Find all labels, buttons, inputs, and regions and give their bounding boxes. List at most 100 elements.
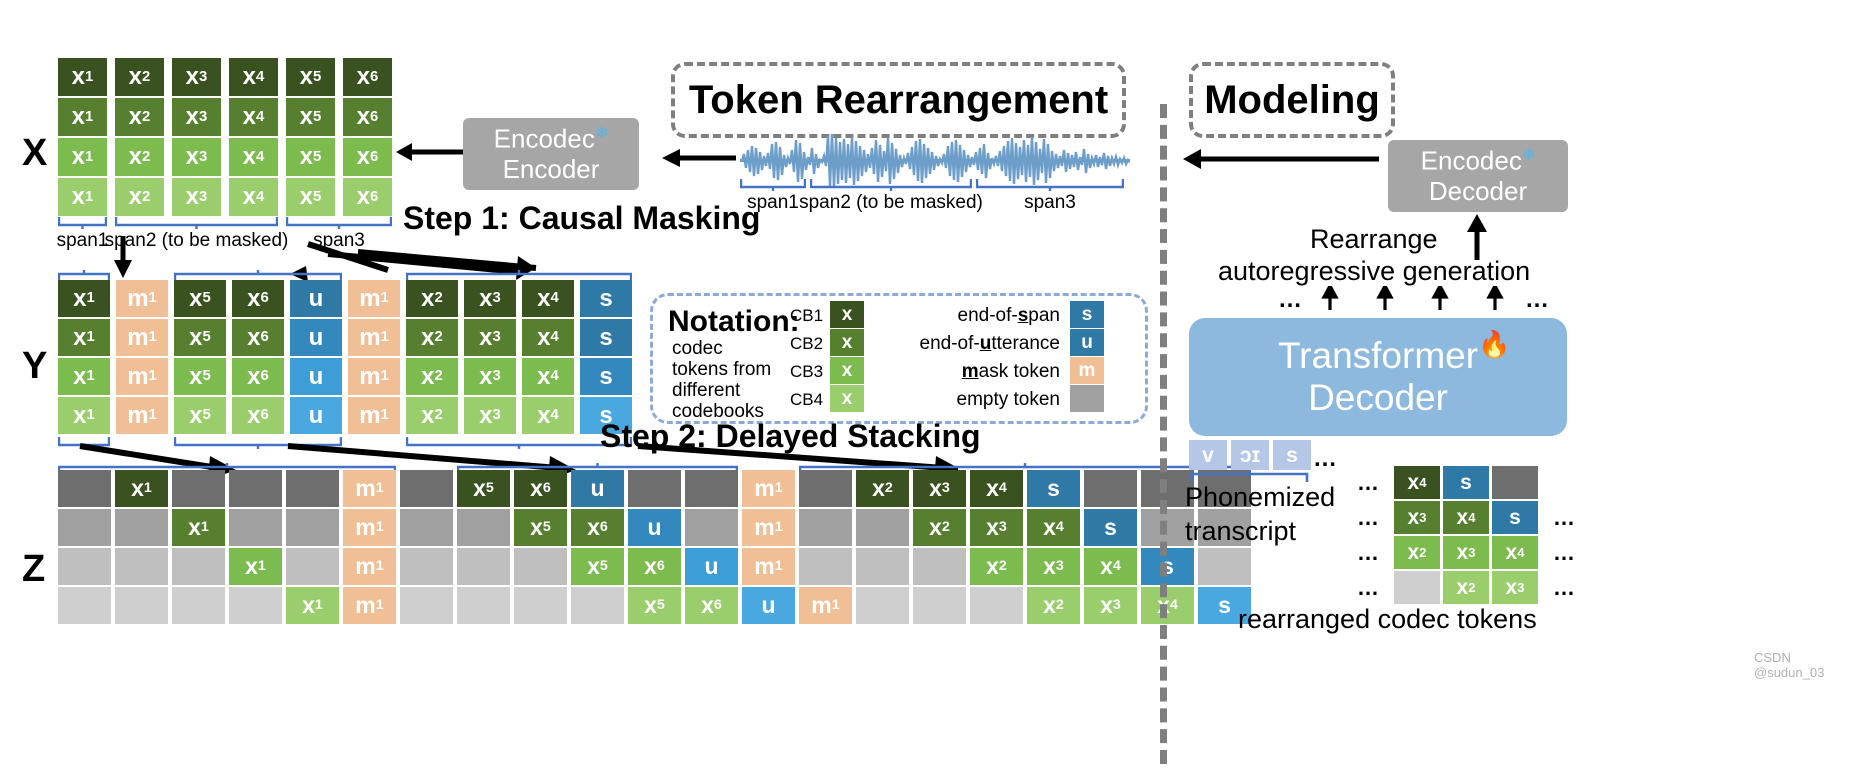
panel-divider xyxy=(1160,104,1167,764)
matrix-y-cell: x3 xyxy=(464,280,516,317)
span-bracket xyxy=(286,217,392,229)
matrix-z-cell xyxy=(799,509,852,546)
matrix-y-cell: x2 xyxy=(406,397,458,434)
matrix-z-cell: x5 xyxy=(628,587,681,624)
matrix-z-cell: x6 xyxy=(628,548,681,585)
matrix-y-cell: x5 xyxy=(174,358,226,395)
notation-right-label-3: mask token xyxy=(961,361,1060,382)
notation-codebook-label-CB4: CB4 xyxy=(790,390,824,409)
matrix-y-cell: x4 xyxy=(522,397,574,434)
matrix-z-cell xyxy=(514,587,567,624)
output-grid-cell xyxy=(1394,571,1440,604)
matrix-x-cell: x3 xyxy=(172,58,221,96)
matrix-y-cell: x6 xyxy=(232,397,284,434)
notation-codebook-swatch: x xyxy=(830,329,864,356)
output-ellipsis: … xyxy=(1357,574,1379,600)
matrix-y-cell: x6 xyxy=(232,280,284,317)
matrix-z-cell: x6 xyxy=(571,509,624,546)
matrix-z-cell: s xyxy=(1084,509,1137,546)
phoneme-token: v xyxy=(1189,440,1227,470)
matrix-z-cell: x4 xyxy=(970,470,1023,507)
matrix-z-cell: x6 xyxy=(685,587,738,624)
encodec-encoder-line2: Encoder xyxy=(502,154,600,185)
matrix-z-cell xyxy=(229,470,282,507)
matrix-x-cell: x4 xyxy=(229,58,278,96)
matrix-z-cell xyxy=(799,470,852,507)
matrix-z-cell: x3 xyxy=(970,509,1023,546)
matrix-x-cell: x6 xyxy=(343,58,392,96)
matrix-y-cell: m1 xyxy=(116,358,168,395)
matrix-x-cell: x2 xyxy=(115,58,164,96)
matrix-y-cell: x4 xyxy=(522,358,574,395)
notation-right-swatch: m xyxy=(1070,357,1104,384)
matrix-z-cell xyxy=(913,587,966,624)
matrix-y-cell: x4 xyxy=(522,280,574,317)
transformer-line2: Decoder xyxy=(1308,377,1448,418)
matrix-z-cell xyxy=(58,587,111,624)
matrix-z-cell xyxy=(457,548,510,585)
matrix-y-cell: x2 xyxy=(406,319,458,356)
phoneme-token: ɔɪ xyxy=(1231,440,1269,470)
matrix-z-cell xyxy=(685,470,738,507)
matrix-z-cell: m1 xyxy=(343,548,396,585)
matrix-z-cell xyxy=(115,587,168,624)
ellipsis-after-phonemes: … xyxy=(1313,445,1337,472)
matrix-z-cell xyxy=(913,548,966,585)
output-grid-cell: x3 xyxy=(1394,501,1440,534)
notation-right-label-1: end-of-span xyxy=(957,305,1060,326)
phonemized-transcript-line1: Phonemized xyxy=(1185,482,1336,512)
matrix-y-cell: x3 xyxy=(464,319,516,356)
matrix-y-cell: u xyxy=(290,397,342,434)
output-grid-cell: x4 xyxy=(1492,536,1538,569)
matrix-z-cell xyxy=(286,548,339,585)
matrix-z-cell xyxy=(58,470,111,507)
matrix-y-cell: x3 xyxy=(464,397,516,434)
matrix-z-cell: x1 xyxy=(229,548,282,585)
matrix-x-cell: x5 xyxy=(286,98,335,136)
output-ellipsis: … xyxy=(1357,469,1379,495)
matrix-y-cell: x6 xyxy=(232,319,284,356)
matrix-z-cell xyxy=(685,509,738,546)
matrix-y-cell: m1 xyxy=(348,358,400,395)
notation-right-label-4: empty token xyxy=(956,389,1061,410)
matrix-y-cell: m1 xyxy=(116,397,168,434)
span-bracket xyxy=(740,179,806,191)
output-grid-cell xyxy=(1492,466,1538,499)
span-bracket xyxy=(810,179,972,191)
output-ellipsis: … xyxy=(1553,504,1575,530)
matrix-y-cell: s xyxy=(580,319,632,356)
matrix-x-cell: x1 xyxy=(58,138,107,176)
matrix-z-cell xyxy=(856,548,909,585)
matrix-z-cell: x2 xyxy=(913,509,966,546)
span-bracket xyxy=(976,179,1124,191)
matrix-z-cell xyxy=(856,509,909,546)
matrix-z-cell xyxy=(514,548,567,585)
notation-desc-line-1: codec xyxy=(672,338,723,359)
notation-codebook-swatch: x xyxy=(830,385,864,412)
encodec-decoder-line1: Encodec xyxy=(1420,145,1522,176)
matrix-z-cell xyxy=(457,509,510,546)
matrix-y-cell: m1 xyxy=(348,319,400,356)
matrix-z-cell xyxy=(571,587,624,624)
matrix-z-cell xyxy=(58,509,111,546)
modeling-header: Modeling xyxy=(1189,62,1395,138)
matrix-x-cell: x1 xyxy=(58,98,107,136)
matrix-z-cell: x2 xyxy=(1027,587,1080,624)
matrix-z-cell: x1 xyxy=(286,587,339,624)
matrix-x-cell: x6 xyxy=(343,178,392,216)
matrix-z-cell xyxy=(400,587,453,624)
matrix-z-cell: x1 xyxy=(115,470,168,507)
matrix-y-cell: u xyxy=(290,280,342,317)
matrix-x-cell: x4 xyxy=(229,98,278,136)
matrix-z-cell xyxy=(286,509,339,546)
matrix-y-cell: m1 xyxy=(116,280,168,317)
fire-icon: 🔥 xyxy=(1478,329,1511,359)
arrow-waveform-to-encoder xyxy=(662,149,736,167)
matrix-z-cell xyxy=(970,587,1023,624)
encodec-encoder-box: Encodec❄ Encoder xyxy=(463,118,639,190)
matrix-z-cell xyxy=(286,470,339,507)
notation-right-swatch xyxy=(1070,385,1104,412)
matrix-z-cell xyxy=(229,587,282,624)
matrix-y-cell: x5 xyxy=(174,319,226,356)
matrix-z-cell xyxy=(229,509,282,546)
